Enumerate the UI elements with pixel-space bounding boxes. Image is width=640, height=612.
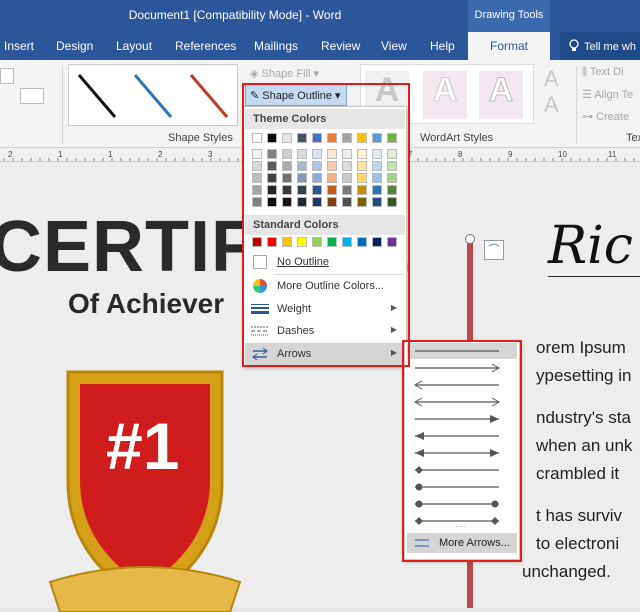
text-box-button[interactable] [20, 88, 44, 104]
tab-mailings[interactable]: Mailings [254, 39, 298, 53]
window-title: Document1 [Compatibility Mode] - Word [128, 8, 342, 22]
group-separator [576, 66, 577, 144]
paint-bucket-icon: ◈ [250, 68, 262, 80]
text-fill-icon[interactable]: A [544, 66, 559, 92]
wordart-style-3[interactable]: A [479, 71, 523, 119]
text-direction-label: Text Di [589, 66, 624, 78]
shape-style-line-1[interactable] [77, 74, 117, 118]
paragraph-line-8: unchanged. [522, 562, 611, 581]
tab-review[interactable]: Review [321, 39, 360, 53]
drawing-tools-label: Drawing Tools [468, 0, 550, 32]
tab-view[interactable]: View [381, 39, 407, 53]
tab-format[interactable]: Format [468, 32, 550, 60]
ruler-number: 2 [8, 150, 13, 159]
badge-number: #1 [106, 409, 180, 483]
ruler-number: 1 [58, 150, 63, 159]
create-link-button[interactable]: ⊶ Create [582, 110, 629, 123]
highlight-box-arrows [402, 340, 522, 562]
tab-help[interactable]: Help [430, 39, 455, 53]
shape-fill-label: Shape Fill [261, 68, 311, 80]
ribbon-banner [48, 566, 242, 612]
shape-styles-label: Shape Styles [168, 132, 233, 144]
script-name-text: Ric [548, 216, 633, 276]
certificate-subheading: Of Achiever [68, 288, 225, 319]
text-direction-button[interactable]: ⫼ Text Di [582, 66, 624, 79]
tab-insert[interactable]: Insert [4, 39, 34, 53]
highlight-box-menu [242, 83, 410, 367]
wordart-styles-label: WordArt Styles [420, 132, 494, 144]
tell-me-text: Tell me wh [584, 41, 636, 53]
ruler-number: 3 [208, 150, 213, 159]
shape-style-lines [77, 74, 229, 118]
tab-layout[interactable]: Layout [116, 39, 152, 53]
ruler-number: 9 [508, 150, 513, 159]
left-dropdown-1[interactable] [0, 68, 14, 84]
wordart-style-2[interactable]: A [423, 71, 467, 119]
align-text-label: Align Te [594, 89, 634, 101]
shape-fill-button[interactable]: ◈ Shape Fill ▾ [250, 67, 319, 80]
ruler-number: 11 [608, 150, 617, 159]
shape-fill-dropdown-icon: ▾ [310, 68, 320, 80]
paragraph-line-1: orem Ipsum [536, 338, 626, 357]
shape-styles-gallery [68, 64, 238, 126]
text-outline-icon[interactable]: A [544, 92, 559, 118]
create-link-label: Create [596, 111, 630, 123]
tab-references[interactable]: References [175, 39, 236, 53]
align-text-icon: ☰ [582, 89, 595, 101]
signature-underline [548, 276, 640, 277]
text-direction-icon: ⫼ [582, 66, 590, 78]
paragraph-line-6: t has surviv [536, 506, 622, 525]
align-text-button[interactable]: ☰ Align Te [582, 88, 633, 101]
line-handle-top[interactable] [465, 234, 475, 244]
ribbon-tabs: Insert Design Layout References Mailings… [0, 32, 640, 60]
link-icon: ⊶ [582, 111, 597, 123]
tell-me-search[interactable]: Tell me wh [560, 32, 640, 60]
shape-style-line-2[interactable] [133, 74, 173, 118]
ruler-number: 10 [558, 150, 567, 159]
ruler-number: 1 [108, 150, 113, 159]
ruler-number: 8 [458, 150, 463, 159]
shape-style-line-3[interactable] [189, 74, 229, 118]
tab-design[interactable]: Design [56, 39, 93, 53]
group-separator [62, 66, 63, 144]
badge-graphic [48, 370, 242, 612]
paragraph-line-5: crambled it [536, 464, 620, 483]
paragraph-line-4: when an unk [536, 436, 633, 455]
lightbulb-icon [569, 39, 579, 51]
paragraph-line-2: ypesetting in [536, 366, 632, 385]
paragraph-line-3: ndustry's sta [536, 408, 631, 427]
layout-options-icon[interactable]: ⌒ [484, 240, 504, 260]
ruler-number: 2 [158, 150, 163, 159]
text-group-label: Tex [626, 132, 640, 144]
title-bar: Document1 [Compatibility Mode] - Word Dr… [0, 0, 640, 32]
paragraph-line-7: to electroni [536, 534, 620, 553]
